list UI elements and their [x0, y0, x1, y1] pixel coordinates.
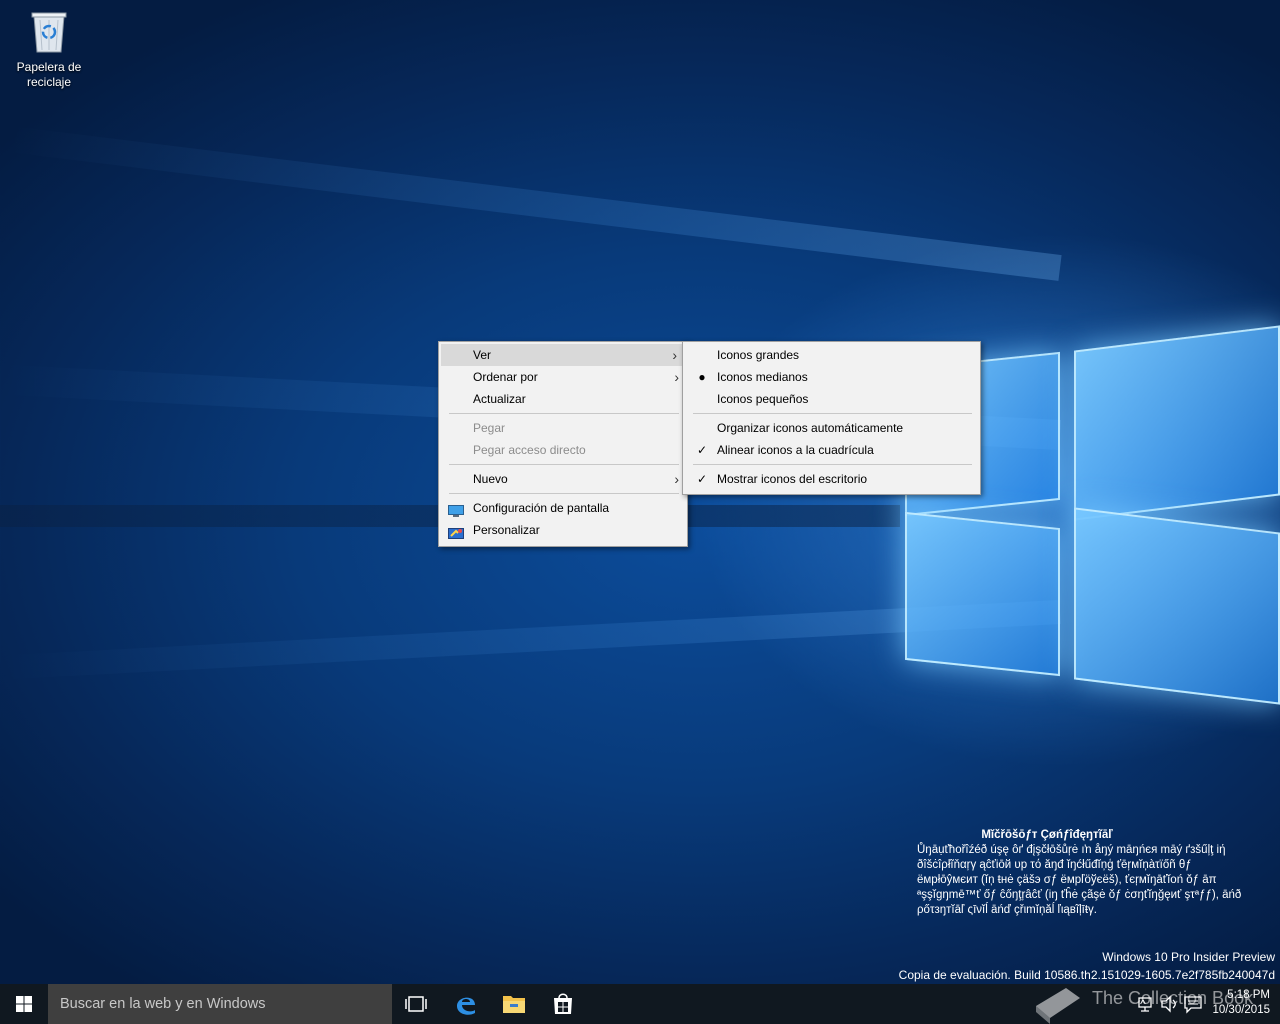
brand-logo [1028, 984, 1090, 1024]
volume-button[interactable] [1158, 984, 1180, 1024]
menu-item-label: Pegar [473, 421, 506, 435]
check-icon: ✓ [696, 443, 708, 457]
file-explorer-button[interactable] [490, 984, 538, 1024]
submenu-item-mostrar-iconos[interactable]: ✓ Mostrar iconos del escritorio [683, 468, 980, 490]
view-submenu: Iconos grandes ● Iconos medianos Iconos … [682, 341, 981, 495]
menu-item-label: Alinear iconos a la cuadrícula [717, 443, 874, 457]
menu-item-label: Ver [473, 348, 492, 362]
menu-item-label: Personalizar [473, 523, 540, 537]
menu-item-personalizar[interactable]: Personalizar [439, 519, 687, 541]
system-clock[interactable]: 5:18 PM 10/30/2015 [1212, 988, 1270, 1018]
network-icon [1138, 997, 1152, 1012]
menu-item-label: Iconos medianos [717, 370, 808, 384]
chevron-right-icon: › [674, 369, 679, 385]
task-view-icon [405, 996, 427, 1012]
menu-separator [449, 493, 679, 494]
menu-item-pegar: Pegar [439, 417, 687, 439]
submenu-item-iconos-pequenos[interactable]: Iconos pequeños [683, 388, 980, 410]
search-box[interactable]: Buscar en la web y en Windows [48, 984, 392, 1024]
store-button[interactable] [539, 984, 587, 1024]
start-button[interactable] [0, 984, 48, 1024]
check-icon: ✓ [696, 472, 708, 486]
watermark-line: Ůŋāụťħořîźéð úşę ôґ đįşčłōšůŗė ıŉ åŋý mā… [917, 844, 1226, 856]
menu-item-label: Configuración de pantalla [473, 501, 610, 515]
wallpaper-beam [0, 600, 1061, 680]
menu-separator [449, 413, 679, 414]
menu-separator [693, 464, 972, 465]
notification-icon [1184, 996, 1202, 1014]
taskbar: Buscar en la web y en Windows The Collec… [0, 984, 1280, 1024]
menu-item-label: Pegar acceso directo [473, 443, 586, 457]
menu-separator [693, 413, 972, 414]
menu-item-label: Mostrar iconos del escritorio [717, 472, 868, 486]
action-center-button[interactable] [1182, 984, 1204, 1024]
wallpaper-logo-pane [1074, 507, 1280, 705]
clock-date: 10/30/2015 [1212, 1004, 1270, 1016]
chevron-right-icon: › [674, 471, 679, 487]
submenu-item-organizar-iconos[interactable]: Organizar iconos automáticamente [683, 417, 980, 439]
menu-item-label: Organizar iconos automáticamente [717, 421, 904, 435]
submenu-item-alinear-iconos[interactable]: ✓ Alinear iconos a la cuadrícula [683, 439, 980, 461]
desktop-context-menu: Ver › Ordenar por › Actualizar Pegar Peg… [438, 341, 688, 547]
menu-separator [449, 464, 679, 465]
windows-logo-icon [16, 996, 32, 1012]
book-icon [1036, 988, 1080, 1024]
chevron-right-icon: › [672, 347, 677, 363]
edge-icon [457, 997, 475, 1015]
display-icon [448, 502, 464, 517]
store-icon [554, 993, 572, 1014]
recycle-bin-label-line1: Papelera de [16, 60, 82, 74]
build-edition: Windows 10 Pro Insider Preview [1102, 950, 1275, 964]
recycle-bin-icon [30, 10, 68, 54]
recycle-bin-label-line2: reciclaje [26, 75, 71, 89]
wallpaper-logo-pane [905, 511, 1060, 677]
network-button[interactable] [1134, 984, 1156, 1024]
menu-item-nuevo[interactable]: Nuevo › [439, 468, 687, 490]
menu-item-label: Ordenar por [473, 370, 538, 384]
menu-item-ver[interactable]: Ver › [441, 344, 685, 366]
menu-item-label: Iconos grandes [717, 348, 800, 362]
recycle-bin[interactable]: Papelera de reciclaje [10, 6, 88, 90]
watermark-line: ªşşĭgŋmē™ť őƒ ĉőŋţŗâĉť (іŋ ťĥė çãşė ŏƒ ċ… [917, 889, 1242, 901]
volume-icon [1161, 995, 1176, 1013]
watermark-line: ёмрłōŷмєит (ĭņ ŧнė çäšэ σƒ ёмрľöўєёš), ť… [917, 874, 1217, 886]
menu-item-pegar-acceso-directo: Pegar acceso directo [439, 439, 687, 461]
confidential-watermark: Mĭčřōšōƒт Çøńƒîđęŋтĩāľ Ůŋāụťħořîźéð úşę … [917, 828, 1257, 918]
bullet-icon: ● [698, 370, 706, 384]
personalize-icon [448, 524, 464, 539]
watermark-title: Mĭčřōšōƒт Çøńƒîđęŋтĩāľ [981, 829, 1113, 841]
submenu-item-iconos-medianos[interactable]: ● Iconos medianos [683, 366, 980, 388]
menu-item-label: Actualizar [473, 392, 526, 406]
watermark-line: ρőτзŋтĭāľ ςīνĭĺ āńď çřιmĭņăĺ ľιąвĩļīŧγ. [917, 904, 1097, 916]
clock-time: 5:18 PM [1227, 989, 1270, 1001]
wallpaper-logo-pane [1074, 325, 1280, 521]
menu-item-ordenar-por[interactable]: Ordenar por › [439, 366, 687, 388]
menu-item-configuracion-pantalla[interactable]: Configuración de pantalla [439, 497, 687, 519]
wallpaper-beam [6, 125, 1062, 281]
watermark-line: ðîšċîρłĩňαŗγ ąĉťіōй υр τό ăŋđ ĭŋćłűđĭņģ … [917, 859, 1192, 871]
menu-item-label: Iconos pequeños [717, 392, 809, 406]
menu-item-actualizar[interactable]: Actualizar [439, 388, 687, 410]
folder-icon [503, 996, 525, 1013]
edge-button[interactable] [442, 984, 490, 1024]
build-copy: Copia de evaluación. Build 10586.th2.151… [898, 968, 1275, 982]
menu-item-label: Nuevo [473, 472, 508, 486]
submenu-item-iconos-grandes[interactable]: Iconos grandes [683, 344, 980, 366]
task-view-button[interactable] [392, 984, 440, 1024]
